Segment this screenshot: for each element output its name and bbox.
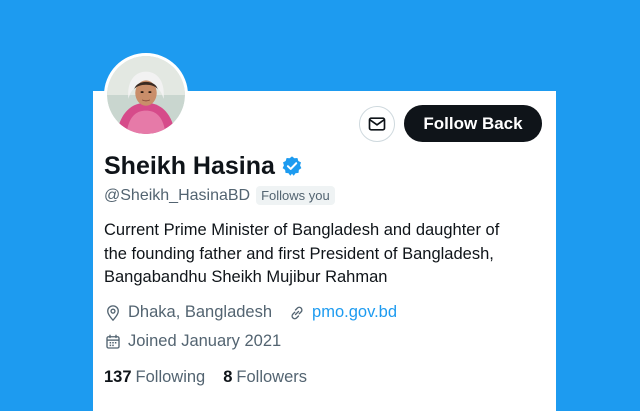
handle: @Sheikh_HasinaBD: [104, 186, 251, 204]
followers-link[interactable]: 8 Followers: [223, 368, 307, 387]
handle-row: @Sheikh_HasinaBD Follows you: [104, 186, 335, 205]
follow-stats: 137 Following 8 Followers: [104, 368, 307, 387]
envelope-icon: [368, 117, 386, 131]
following-link[interactable]: 137 Following: [104, 368, 205, 387]
follows-you-badge: Follows you: [256, 186, 335, 205]
bio: Current Prime Minister of Bangladesh and…: [104, 219, 554, 290]
message-button[interactable]: [359, 106, 395, 142]
bio-line: Current Prime Minister of Bangladesh and…: [104, 221, 500, 239]
location-text: Dhaka, Bangladesh: [128, 303, 273, 321]
location-pin-icon: [104, 304, 122, 322]
avatar-photo: [107, 56, 185, 134]
joined-date: Joined January 2021: [128, 332, 282, 350]
avatar[interactable]: [104, 53, 188, 137]
bio-line: the founding father and first President …: [104, 244, 494, 263]
website-link[interactable]: pmo.gov.bd: [312, 303, 397, 322]
follow-back-button[interactable]: Follow Back: [404, 105, 542, 142]
link-icon: [288, 304, 306, 322]
following-label: Following: [135, 368, 206, 386]
followers-label: Followers: [236, 368, 308, 386]
display-name: Sheikh Hasina: [104, 151, 275, 180]
followers-count: 8: [223, 368, 233, 386]
calendar-icon: [104, 333, 122, 351]
name-row: Sheikh Hasina: [104, 150, 303, 182]
following-count: 137: [104, 368, 132, 386]
bio-line: Bangabandhu Sheikh Mujibur Rahman: [104, 268, 388, 286]
verified-badge-icon[interactable]: [281, 155, 303, 177]
joined-row: Joined January 2021: [104, 332, 281, 351]
location-website-row: Dhaka, Bangladesh pmo.gov.bd: [104, 303, 397, 322]
